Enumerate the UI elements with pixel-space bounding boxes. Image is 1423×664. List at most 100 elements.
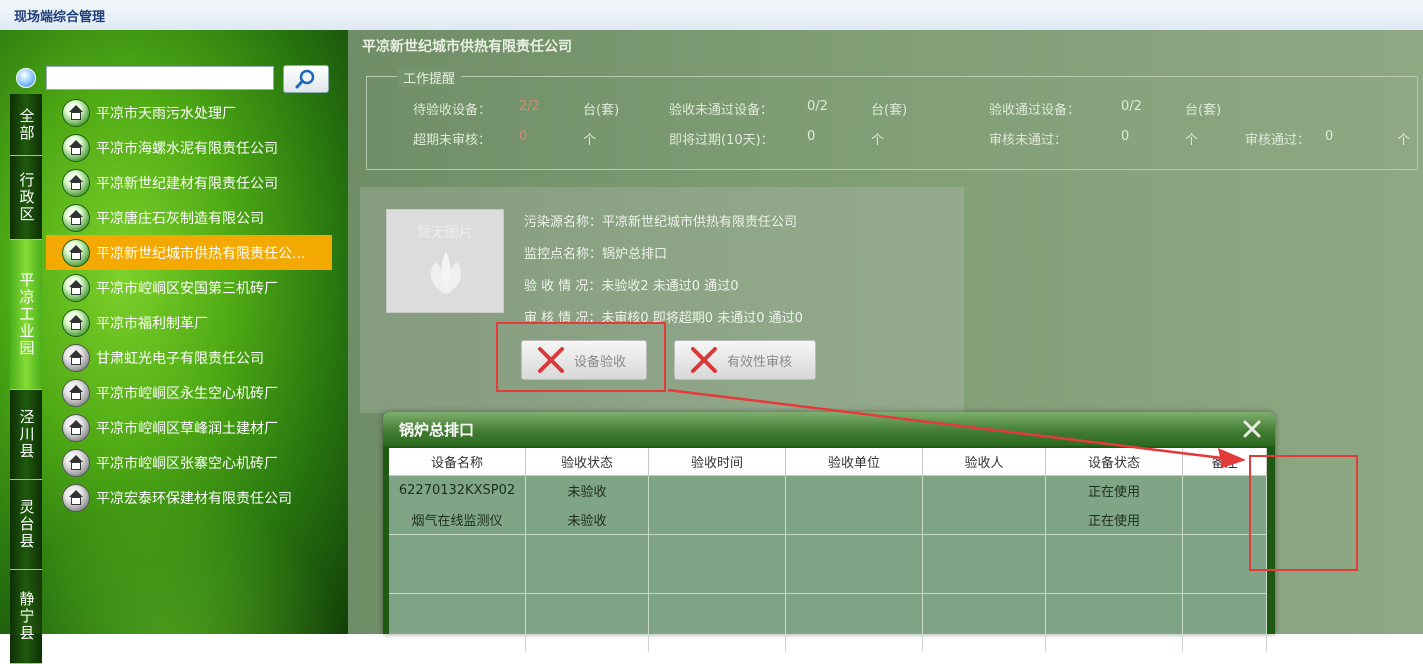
green-house-icon (62, 238, 90, 267)
cell-device-status: 正在使用 (1045, 475, 1183, 505)
cell-device-name: 烟气在线监测仪 (389, 505, 526, 535)
passed-unit: 台(套) (1185, 103, 1222, 118)
company-item[interactable]: 平凉新世纪建材有限责任公司 (62, 165, 332, 200)
region-tab-district[interactable]: 行政区 (10, 156, 42, 240)
company-item[interactable]: 平凉市天雨污水处理厂 (62, 95, 332, 130)
column-header[interactable]: 设备名称 (389, 448, 526, 476)
expiring-label: 即将过期(10天)： (669, 133, 774, 148)
company-item[interactable]: 平凉市福利制革厂 (62, 305, 332, 340)
company-name: 平凉市崆峒区安国第三机砖厂 (96, 280, 278, 297)
cell-acceptance-unit (785, 475, 923, 505)
region-tab-jingchuan[interactable]: 泾川县 (10, 390, 42, 480)
overdue-label: 超期未审核： (413, 133, 492, 148)
cell-acceptor (922, 505, 1046, 535)
cell-acceptance-time (648, 505, 786, 535)
acceptance-row: 验 收 情 况：未验收2 未通过0 通过0 (524, 275, 738, 294)
overdue-value[interactable]: 0 (519, 129, 527, 144)
point-value: 锅炉总排口 (602, 247, 668, 262)
table-header-row: 设备名称 验收状态 验收时间 验收单位 验收人 设备状态 备注 (389, 448, 1267, 476)
expiring-unit: 个 (871, 133, 885, 148)
review-fail-unit: 个 (1185, 133, 1199, 148)
dialog-title: 锅炉总排口 (399, 421, 475, 439)
cell-acceptor (922, 475, 1046, 505)
gray-house-icon (62, 343, 90, 372)
company-name: 平凉市福利制革厂 (96, 315, 208, 332)
company-item[interactable]: 甘肃虹光电子有限责任公司 (62, 340, 332, 375)
cell-acceptance-status: 未验收 (525, 505, 649, 535)
column-header[interactable]: 验收时间 (648, 448, 786, 476)
company-name: 平凉新世纪建材有限责任公司 (96, 175, 278, 192)
company-name: 平凉市崆峒区张寨空心机砖厂 (96, 455, 278, 472)
sidebar: 全部 行政区 平凉工业园 泾川县 灵台县 静宁县 平凉市天雨污水处理厂 平凉市海… (0, 30, 348, 664)
green-house-icon (62, 273, 90, 302)
company-item[interactable]: 平凉市崆峒区草峰润土建材厂 (62, 410, 332, 445)
review-fail-value[interactable]: 0 (1121, 129, 1129, 144)
source-value: 平凉新世纪城市供热有限责任公司 (602, 215, 798, 230)
company-item[interactable]: 平凉市崆峒区张寨空心机砖厂 (62, 445, 332, 480)
expiring-value[interactable]: 0 (807, 129, 815, 144)
company-list: 平凉市天雨污水处理厂 平凉市海螺水泥有限责任公司 平凉新世纪建材有限责任公司 平… (46, 95, 332, 515)
company-name: 平凉宏泰环保建材有限责任公司 (96, 490, 292, 507)
region-tab-industrial-park[interactable]: 平凉工业园 (10, 240, 42, 390)
green-house-icon (62, 133, 90, 162)
green-house-icon (62, 308, 90, 337)
region-tab-jingning[interactable]: 静宁县 (10, 570, 42, 664)
region-tab-lingtai[interactable]: 灵台县 (10, 480, 42, 570)
close-icon[interactable] (1241, 418, 1263, 440)
column-header[interactable]: 验收人 (922, 448, 1046, 476)
company-item[interactable]: 平凉唐庄石灰制造有限公司 (62, 200, 332, 235)
pending-value[interactable]: 2/2 (519, 99, 540, 114)
gray-house-icon (62, 448, 90, 477)
no-image-label: 暂无图片 (417, 225, 473, 241)
pending-label: 待验收设备： (413, 103, 492, 118)
review-fail-label: 审核未通过： (989, 133, 1068, 148)
company-name: 平凉市崆峒区草峰润土建材厂 (96, 420, 278, 437)
page-title: 平凉新世纪城市供热有限责任公司 (362, 39, 572, 55)
company-item[interactable]: 平凉市崆峒区安国第三机砖厂 (62, 270, 332, 305)
company-item[interactable]: 平凉宏泰环保建材有限责任公司 (62, 480, 332, 515)
leaf-icon (430, 252, 462, 294)
company-name: 平凉唐庄石灰制造有限公司 (96, 210, 264, 227)
failed-label: 验收未通过设备： (669, 103, 774, 118)
validity-review-button[interactable]: 有效性审核 (674, 340, 816, 380)
device-table: 设备名称 验收状态 验收时间 验收单位 验收人 设备状态 备注 62270132… (389, 448, 1267, 652)
company-name: 平凉新世纪城市供热有限责任公... (96, 245, 306, 262)
cell-device-status: 正在使用 (1045, 505, 1183, 535)
column-header[interactable]: 设备状态 (1045, 448, 1183, 476)
review-pass-unit: 个 (1397, 133, 1411, 148)
station-photo-placeholder: 暂无图片 (386, 209, 504, 313)
overdue-unit: 个 (583, 133, 597, 148)
work-reminder-box: 工作提醒 待验收设备： 2/2 台(套) 验收未通过设备： 0/2 台(套) 验… (366, 68, 1418, 170)
app-title: 现场端综合管理 (14, 10, 106, 25)
dialog-header: 锅炉总排口 (383, 412, 1275, 446)
region-tab-all[interactable]: 全部 (10, 94, 42, 156)
search-input[interactable] (46, 66, 274, 90)
search-button[interactable] (283, 65, 329, 93)
failed-unit: 台(套) (871, 103, 908, 118)
point-row: 监控点名称：锅炉总排口 (524, 243, 667, 262)
company-item[interactable]: 平凉市崆峒区永生空心机砖厂 (62, 375, 332, 410)
cell-acceptance-status: 未验收 (525, 475, 649, 505)
point-label: 监控点名称： (524, 247, 603, 262)
empty-row (389, 593, 1267, 652)
company-item-selected[interactable]: 平凉新世纪城市供热有限责任公... (46, 235, 332, 270)
failed-value[interactable]: 0/2 (807, 99, 828, 114)
review-pass-value[interactable]: 0 (1325, 129, 1333, 144)
cell-device-name: 62270132KXSP02 (389, 475, 526, 505)
title-bar: 现场端综合管理 (0, 0, 1423, 31)
reminder-legend: 工作提醒 (397, 68, 462, 87)
column-header[interactable]: 验收状态 (525, 448, 649, 476)
empty-row (389, 534, 1267, 594)
company-name: 平凉市崆峒区永生空心机砖厂 (96, 385, 278, 402)
source-row: 污染源名称：平凉新世纪城市供热有限责任公司 (524, 211, 797, 230)
review-pass-label: 审核通过： (1245, 133, 1311, 148)
device-dialog: 锅炉总排口 设备名称 验收状态 验收时间 验收单位 验收人 设备状态 备注 62… (383, 412, 1275, 652)
annotation-highlight-box (496, 322, 666, 392)
company-item[interactable]: 平凉市海螺水泥有限责任公司 (62, 130, 332, 165)
table-row[interactable]: 烟气在线监测仪 未验收 正在使用 (389, 505, 1267, 535)
passed-value[interactable]: 0/2 (1121, 99, 1142, 114)
table-row[interactable]: 62270132KXSP02 未验收 正在使用 (389, 475, 1267, 505)
red-x-icon (691, 347, 717, 373)
column-header[interactable]: 验收单位 (785, 448, 923, 476)
green-house-icon (62, 168, 90, 197)
